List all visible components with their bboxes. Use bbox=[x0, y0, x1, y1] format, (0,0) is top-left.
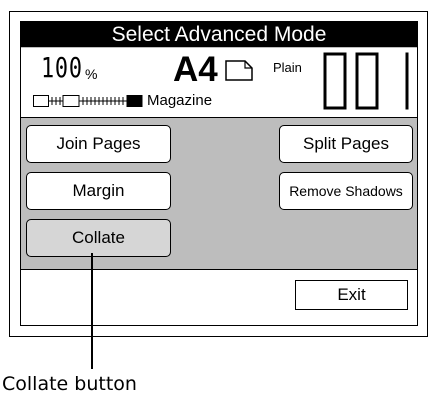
window-title: Select Advanced Mode bbox=[21, 22, 417, 47]
density-indicator bbox=[126, 95, 143, 107]
exit-button[interactable]: Exit bbox=[295, 280, 408, 310]
copies-counter bbox=[323, 52, 409, 110]
margin-button[interactable]: Margin bbox=[26, 172, 171, 210]
remove-shadows-button[interactable]: Remove Shadows bbox=[279, 172, 413, 210]
split-pages-button[interactable]: Split Pages bbox=[279, 125, 413, 163]
advanced-mode-window: Select Advanced Mode 100 % A4 Plain Maga… bbox=[20, 21, 418, 326]
paper-size-value: A4 bbox=[173, 50, 218, 89]
status-display: 100 % A4 Plain Magazine bbox=[21, 48, 417, 118]
zoom-unit: % bbox=[85, 66, 98, 82]
join-pages-button[interactable]: Join Pages bbox=[26, 125, 171, 163]
collate-button[interactable]: Collate bbox=[26, 219, 171, 257]
callout-leader-line bbox=[91, 253, 93, 369]
zoom-value: 100 bbox=[41, 51, 83, 84]
density-scale bbox=[33, 95, 143, 107]
bottom-bar: Exit bbox=[21, 269, 417, 325]
page-orientation-icon bbox=[225, 60, 253, 81]
document-type-value: Magazine bbox=[147, 92, 213, 109]
paper-type-value: Plain bbox=[273, 60, 302, 75]
callout-label: Collate button bbox=[2, 373, 137, 395]
